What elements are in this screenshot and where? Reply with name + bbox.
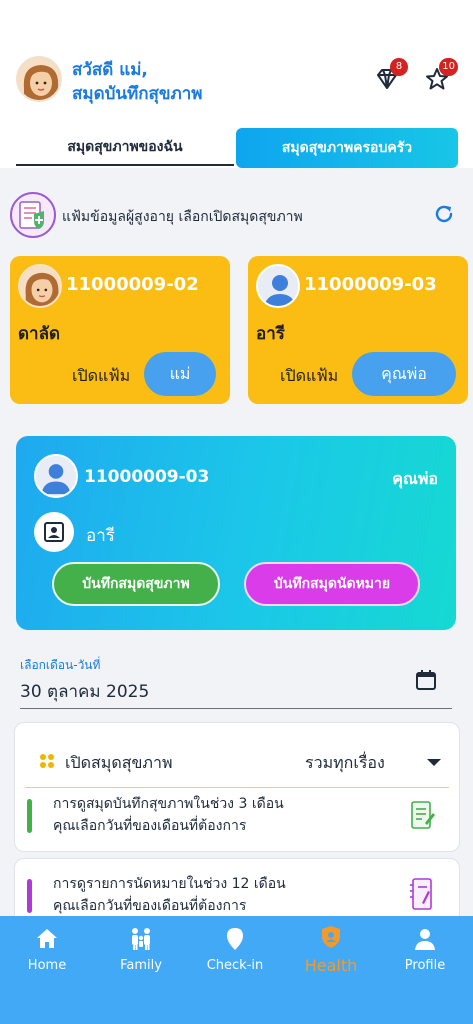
nav-label: Health: [304, 956, 358, 975]
nav-health[interactable]: Health: [284, 924, 378, 975]
greeting-line2: สมุดบันทึกสุขภาพ: [72, 84, 203, 104]
nav-label: Family: [120, 958, 162, 973]
elder-card-dad[interactable]: 11000009-03 อารี เปิดแฟ้ม คุณพ่อ: [248, 256, 468, 404]
location-pin-icon: [222, 926, 248, 952]
tab-my-health[interactable]: สมุดสุขภาพของฉัน: [16, 128, 234, 166]
home-icon: [34, 926, 60, 952]
date-underline: [20, 708, 452, 709]
bottom-nav: Home Family Check-in Health Profile: [0, 916, 473, 1024]
person-icon: [412, 926, 438, 952]
tab-family-health[interactable]: สมุดสุขภาพครอบครัว: [236, 128, 458, 168]
dad-avatar: [256, 264, 300, 308]
selected-avatar: [34, 454, 78, 498]
diamond-badge: 8: [390, 58, 408, 76]
open-file-label: เปิดแฟ้ม: [72, 366, 131, 385]
select-section: แฟ้มข้อมูลผู้สูงอายุ เลือกเปิดสมุดสุขภาพ: [0, 190, 473, 238]
nav-label: Profile: [404, 958, 446, 973]
row-line2: คุณเลือกวันที่ของเดือนที่ต้องการ: [53, 818, 247, 834]
mom-avatar: [18, 264, 62, 308]
notebook-green-icon[interactable]: [409, 799, 435, 831]
nav-checkin[interactable]: Check-in: [188, 926, 282, 973]
star-icon[interactable]: 10: [424, 58, 458, 92]
greeting-line1: สวัสดี แม่,: [72, 60, 148, 80]
selected-relation: คุณพ่อ: [392, 469, 438, 488]
elder-id: 11000009-03: [304, 274, 437, 295]
health-record-button[interactable]: บันทึกสมุดสุขภาพ: [52, 562, 220, 606]
row-line1: การดูสมุดบันทึกสุขภาพในช่วง 3 เดือน: [53, 796, 284, 812]
selected-elder-card: 11000009-03 คุณพ่อ อารี บันทึกสมุดสุขภาพ…: [16, 436, 456, 630]
id-card-icon: [34, 512, 74, 552]
notebook-purple-icon[interactable]: [409, 877, 435, 911]
elder-name: ดาลัด: [18, 324, 61, 344]
date-field[interactable]: 30 ตุลาคม 2025: [20, 678, 149, 705]
panel-title: เปิดสมุดสุขภาพ: [65, 753, 173, 772]
nav-home[interactable]: Home: [0, 926, 94, 973]
appointment-record-button[interactable]: บันทึกสมุดนัดหมาย: [244, 562, 420, 606]
refresh-icon[interactable]: [432, 202, 456, 226]
header-area: สวัสดี แม่, สมุดบันทึกสุขภาพ 8 10 สมุดสุ…: [0, 0, 473, 168]
tab-bar: สมุดสุขภาพของฉัน สมุดสุขภาพครอบครัว: [0, 128, 473, 168]
nav-family[interactable]: Family: [94, 926, 188, 973]
filter-select[interactable]: รวมทุกเรื่อง: [305, 751, 385, 776]
nav-label: Home: [27, 958, 67, 973]
family-icon: [128, 926, 154, 952]
nav-label: Check-in: [206, 958, 264, 973]
selected-id: 11000009-03: [84, 467, 210, 487]
grid-dots-icon: [39, 753, 55, 769]
shield-icon: [318, 924, 344, 950]
health-book-panel: เปิดสมุดสุขภาพ รวมทุกเรื่อง การดูสมุดบัน…: [14, 722, 460, 852]
health-book-icon: [10, 192, 56, 238]
elder-id: 11000009-02: [66, 274, 199, 295]
nav-profile[interactable]: Profile: [378, 926, 472, 973]
divider: [25, 787, 449, 788]
diamond-icon[interactable]: 8: [374, 58, 408, 92]
row-line1: การดูรายการนัดหมายในช่วง 12 เดือน: [53, 876, 286, 892]
open-file-label: เปิดแฟ้ม: [280, 366, 339, 385]
date-label: เลือกเดือน-วันที่: [20, 658, 101, 672]
user-avatar[interactable]: [16, 56, 62, 102]
greeting: สวัสดี แม่, สมุดบันทึกสุขภาพ: [72, 58, 203, 106]
open-mom-button[interactable]: แม่: [144, 352, 216, 396]
star-badge: 10: [439, 58, 458, 76]
open-dad-button[interactable]: คุณพ่อ: [352, 352, 456, 396]
elder-name: อารี: [256, 324, 285, 344]
health-view-row[interactable]: การดูสมุดบันทึกสุขภาพในช่วง 3 เดือน คุณเ…: [53, 793, 284, 837]
select-instruction: แฟ้มข้อมูลผู้สูงอายุ เลือกเปิดสมุดสุขภาพ: [62, 209, 303, 225]
row-line2: คุณเลือกวันที่ของเดือนที่ต้องการ: [53, 898, 247, 914]
purple-marker: [27, 879, 32, 913]
appointment-view-row[interactable]: การดูรายการนัดหมายในช่วง 12 เดือน คุณเลื…: [53, 873, 286, 917]
selected-name: อารี: [86, 526, 115, 546]
chevron-down-icon[interactable]: [427, 759, 441, 766]
elder-card-mom[interactable]: 11000009-02 ดาลัด เปิดแฟ้ม แม่: [10, 256, 230, 404]
green-marker: [27, 799, 32, 833]
calendar-icon[interactable]: [414, 668, 438, 692]
